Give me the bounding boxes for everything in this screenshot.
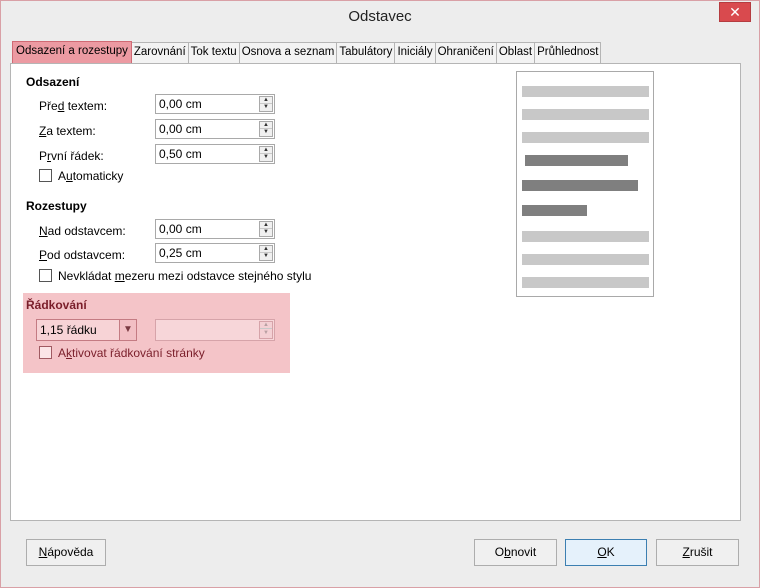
- above-paragraph-value[interactable]: 0,00 cm: [159, 222, 202, 236]
- preview-line-current: [522, 205, 587, 216]
- above-paragraph-label: Nad odstavcem:: [39, 224, 126, 238]
- preview-line: [522, 254, 649, 265]
- tab-tabs[interactable]: Tabulátory: [336, 42, 396, 63]
- line-spacing-selected[interactable]: 1,15 řádku: [40, 323, 97, 337]
- below-paragraph-label: Pod odstavcem:: [39, 248, 126, 262]
- spacing-section-title: Rozestupy: [26, 199, 87, 213]
- spin-down-icon[interactable]: ▼: [260, 229, 272, 236]
- after-text-spinner[interactable]: 0,00 cm ▲ ▼: [155, 119, 275, 139]
- preview-line: [522, 109, 649, 120]
- spin-up-icon[interactable]: ▲: [260, 122, 272, 129]
- after-text-label: Za textem:: [39, 124, 96, 138]
- no-space-same-style-checkbox[interactable]: [39, 269, 52, 282]
- help-button[interactable]: Nápověda: [26, 539, 106, 566]
- spin-down-icon[interactable]: ▼: [260, 154, 272, 161]
- after-text-value[interactable]: 0,00 cm: [159, 122, 202, 136]
- spin-up-icon[interactable]: ▲: [260, 222, 272, 229]
- tab-area[interactable]: Oblast: [495, 42, 536, 63]
- preview-line: [522, 132, 649, 143]
- paragraph-preview: [516, 71, 654, 297]
- tab-indents-spacing[interactable]: Odsazení a rozestupy: [12, 41, 132, 63]
- page-line-spacing-label: Aktivovat řádkování stránky: [58, 346, 205, 360]
- spin-down-icon[interactable]: ▼: [260, 253, 272, 260]
- automatic-label: Automaticky: [58, 169, 124, 183]
- tab-alignment[interactable]: Zarovnání: [130, 42, 189, 63]
- line-spacing-section-title: Řádkování: [26, 298, 87, 312]
- above-paragraph-spinner[interactable]: 0,00 cm ▲ ▼: [155, 219, 275, 239]
- spin-down-icon[interactable]: ▼: [260, 330, 272, 337]
- close-button[interactable]: ✕: [719, 2, 751, 22]
- ok-button[interactable]: OK: [565, 539, 647, 566]
- page-line-spacing-checkbox[interactable]: [39, 346, 52, 359]
- reset-button[interactable]: Obnovit: [474, 539, 557, 566]
- tab-borders[interactable]: Ohraničení: [434, 42, 497, 63]
- first-line-label: První řádek:: [39, 149, 104, 163]
- title-bar: Odstavec ✕: [1, 1, 759, 33]
- spin-down-icon[interactable]: ▼: [260, 104, 272, 111]
- preview-line-current: [525, 155, 628, 166]
- window-title: Odstavec: [348, 8, 412, 25]
- preview-line-current: [522, 180, 638, 191]
- before-text-label: Před textem:: [39, 99, 108, 113]
- cancel-button[interactable]: Zrušit: [656, 539, 739, 566]
- tab-strip: Odsazení a rozestupy Zarovnání Tok textu…: [12, 41, 602, 63]
- before-text-value[interactable]: 0,00 cm: [159, 97, 202, 111]
- tab-drop-caps[interactable]: Iniciály: [394, 42, 436, 63]
- preview-line: [522, 86, 649, 97]
- tab-text-flow[interactable]: Tok textu: [187, 42, 240, 63]
- preview-line: [522, 277, 649, 288]
- below-paragraph-spinner[interactable]: 0,25 cm ▲ ▼: [155, 243, 275, 263]
- close-icon: ✕: [729, 4, 741, 20]
- preview-line: [522, 231, 649, 242]
- below-paragraph-value[interactable]: 0,25 cm: [159, 246, 202, 260]
- tab-transparency[interactable]: Průhlednost: [534, 42, 602, 63]
- automatic-checkbox[interactable]: [39, 169, 52, 182]
- line-spacing-combo[interactable]: 1,15 řádku ▼: [36, 319, 137, 341]
- chevron-down-icon[interactable]: ▼: [119, 320, 136, 340]
- no-space-same-style-label: Nevkládat mezeru mezi odstavce stejného …: [58, 269, 312, 283]
- spin-up-icon[interactable]: ▲: [260, 322, 272, 329]
- indent-section-title: Odsazení: [26, 75, 80, 89]
- line-spacing-value-spinner[interactable]: ▲ ▼: [155, 319, 275, 341]
- spin-up-icon[interactable]: ▲: [260, 97, 272, 104]
- before-text-spinner[interactable]: 0,00 cm ▲ ▼: [155, 94, 275, 114]
- spin-down-icon[interactable]: ▼: [260, 129, 272, 136]
- paragraph-dialog: Odstavec ✕ Odsazení a rozestupy Zarovnán…: [0, 0, 760, 588]
- spin-up-icon[interactable]: ▲: [260, 147, 272, 154]
- tab-outline-list[interactable]: Osnova a seznam: [238, 42, 338, 63]
- first-line-spinner[interactable]: 0,50 cm ▲ ▼: [155, 144, 275, 164]
- first-line-value[interactable]: 0,50 cm: [159, 147, 202, 161]
- spin-up-icon[interactable]: ▲: [260, 246, 272, 253]
